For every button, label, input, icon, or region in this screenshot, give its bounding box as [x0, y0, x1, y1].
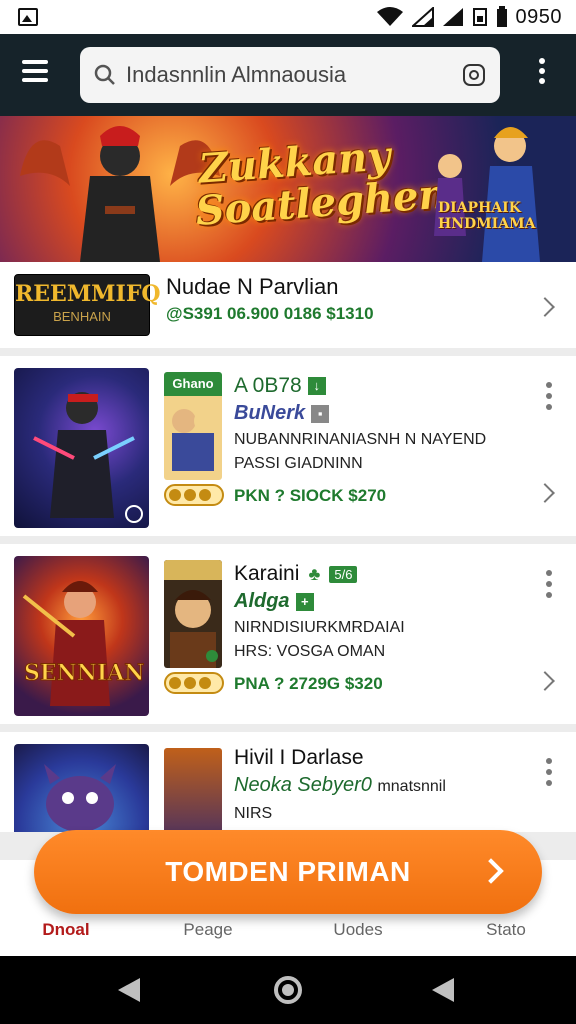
item-desc-line2: PASSI GIADNINN: [234, 455, 363, 472]
home-icon[interactable]: [274, 976, 302, 1004]
voice-search-icon[interactable]: [462, 63, 486, 87]
cta-label: TOMDEN PRIMAN: [165, 856, 411, 887]
character-portrait: [164, 560, 222, 668]
search-icon: [94, 64, 115, 85]
hamburger-icon-bar: [22, 78, 48, 82]
plus-icon: +: [295, 592, 314, 611]
ninja-illustration: [33, 392, 143, 523]
featured-logo: REEMMIFQ BENHAIN: [14, 274, 161, 336]
item-description: NIRNDISIURKMRDAIAI HRS: VOSGA OMAN: [234, 616, 534, 664]
item-subtitle-text: Neoka Sebyer0: [234, 774, 372, 796]
chevron-right-icon[interactable]: [535, 671, 555, 691]
hero-illustration-right: [434, 127, 540, 262]
overflow-menu-button[interactable]: [532, 58, 552, 92]
item-desc-line1: NUBANNRINANIASNH N NAYEND: [234, 431, 487, 448]
character-illustration: [172, 409, 218, 471]
search-input[interactable]: [126, 62, 462, 88]
item-title: Hivil I Darlase: [234, 746, 364, 769]
item-meta: PNA ? 2729G $320: [234, 674, 383, 693]
item-title: A 0B78 ↓: [234, 374, 326, 398]
verified-icon: ▪: [311, 404, 330, 423]
signal-full-icon: [442, 8, 463, 26]
item-subtitle: BuNerk ▪: [234, 402, 330, 425]
game-mini-thumbnail: [164, 560, 222, 668]
download-icon: ↓: [307, 377, 326, 396]
menu-button[interactable]: [22, 60, 54, 88]
new-tag: 5/6: [329, 565, 358, 583]
nav-item-status[interactable]: Stato: [446, 920, 566, 940]
chevron-right-icon[interactable]: [535, 483, 555, 503]
item-description: NIRS: [234, 805, 273, 822]
game-mini-thumbnail: Ghano: [164, 372, 222, 480]
wifi-icon: [376, 7, 403, 26]
signal-icon: [411, 7, 434, 27]
app-bar: [0, 34, 576, 116]
hero-illustration-left: [20, 126, 220, 262]
item-subtitle: Neoka Sebyer0 mnatsnnil: [234, 774, 446, 797]
item-description: NUBANNRINANIASNH N NAYEND PASSI GIADNINN: [234, 428, 534, 476]
item-desc-line2: HRS: VOSGA OMAN: [234, 643, 386, 660]
search-bar[interactable]: [80, 47, 500, 103]
item-meta: PKN ? SIOCK $270: [234, 486, 387, 505]
recents-icon[interactable]: [432, 978, 454, 1002]
warrior-illustration: SENNIAN: [22, 581, 145, 706]
item-overflow-button[interactable]: [543, 758, 555, 792]
clock: 0950: [515, 5, 562, 28]
item-overflow-button[interactable]: [543, 382, 555, 416]
banner-badge-line2: HNDMIAMA: [438, 216, 536, 232]
featured-meta: @S391 06.900 0186 $1310: [166, 304, 374, 323]
item-title-text: A 0B78: [234, 374, 302, 397]
hamburger-icon-bar: [22, 69, 48, 73]
banner-title: Zukkany Soatleghen: [194, 132, 449, 235]
item-subtitle-text: Aldga: [234, 590, 290, 612]
banner-badge: DIAPHAIK HNDMIAMA: [438, 200, 535, 232]
item-subtitle-text: BuNerk: [234, 402, 306, 424]
nav-item-updates[interactable]: Uodes: [298, 920, 418, 940]
featured-title: Nudae N Parvlian: [166, 274, 339, 299]
featured-logo-subtitle: BENHAIN: [53, 309, 111, 324]
nav-item-page[interactable]: Peage: [148, 920, 268, 940]
list-item[interactable]: Hivil I Darlase Neoka Sebyer0 mnatsnnil …: [0, 732, 576, 832]
item-subtitle-extra: mnatsnnil: [377, 778, 446, 795]
battery-icon: [496, 6, 507, 27]
banner-badge-line1: DIAPHAIK: [438, 200, 521, 216]
game-thumbnail: [14, 744, 149, 832]
hamburger-icon: [22, 60, 48, 64]
thumbnail-title: SENNIAN: [24, 660, 144, 686]
chevron-right-icon[interactable]: [535, 297, 555, 317]
tree-icon: ♣: [308, 564, 321, 585]
item-desc-line1: NIRNDISIURKMRDAIAI: [234, 619, 405, 636]
item-overflow-button[interactable]: [543, 570, 555, 604]
rating-badge: [164, 672, 224, 694]
status-bar: 0950: [0, 0, 576, 34]
mini-thumbnail-label: Ghano: [172, 376, 214, 391]
item-title: Karaini ♣ 5/6: [234, 562, 358, 586]
rating-badge: [164, 484, 224, 506]
game-thumbnail: SENNIAN: [14, 556, 149, 716]
game-thumbnail: [14, 368, 149, 528]
nav-item-home[interactable]: Dnoal: [6, 920, 126, 940]
list-item[interactable]: SENNIAN Karaini ♣ 5/6 Aldga + NIRNDISIURKMR…: [0, 544, 576, 724]
item-subtitle: Aldga +: [234, 590, 314, 613]
system-navigation-bar: [0, 956, 576, 1024]
gallery-notification-icon: [18, 8, 38, 26]
item-title-text: Karaini: [234, 562, 300, 585]
promo-banner[interactable]: Zukkany Soatleghen DIAPHAIK HNDMIAMA: [0, 116, 576, 262]
list-item[interactable]: Ghano A 0B78 ↓ BuNerk ▪ NUBANNRINANIASNH N…: [0, 356, 576, 536]
sim-icon: [472, 8, 487, 26]
monster-illustration: [44, 764, 116, 832]
back-icon[interactable]: [118, 978, 140, 1002]
primary-cta-button[interactable]: TOMDEN PRIMAN: [34, 830, 542, 914]
game-mini-thumbnail: [164, 748, 222, 832]
featured-logo-title: REEMMIFQ: [15, 281, 161, 307]
featured-item[interactable]: REEMMIFQ BENHAIN Nudae N Parvlian @S391 …: [0, 262, 576, 348]
status-icons: 0950: [376, 6, 563, 28]
